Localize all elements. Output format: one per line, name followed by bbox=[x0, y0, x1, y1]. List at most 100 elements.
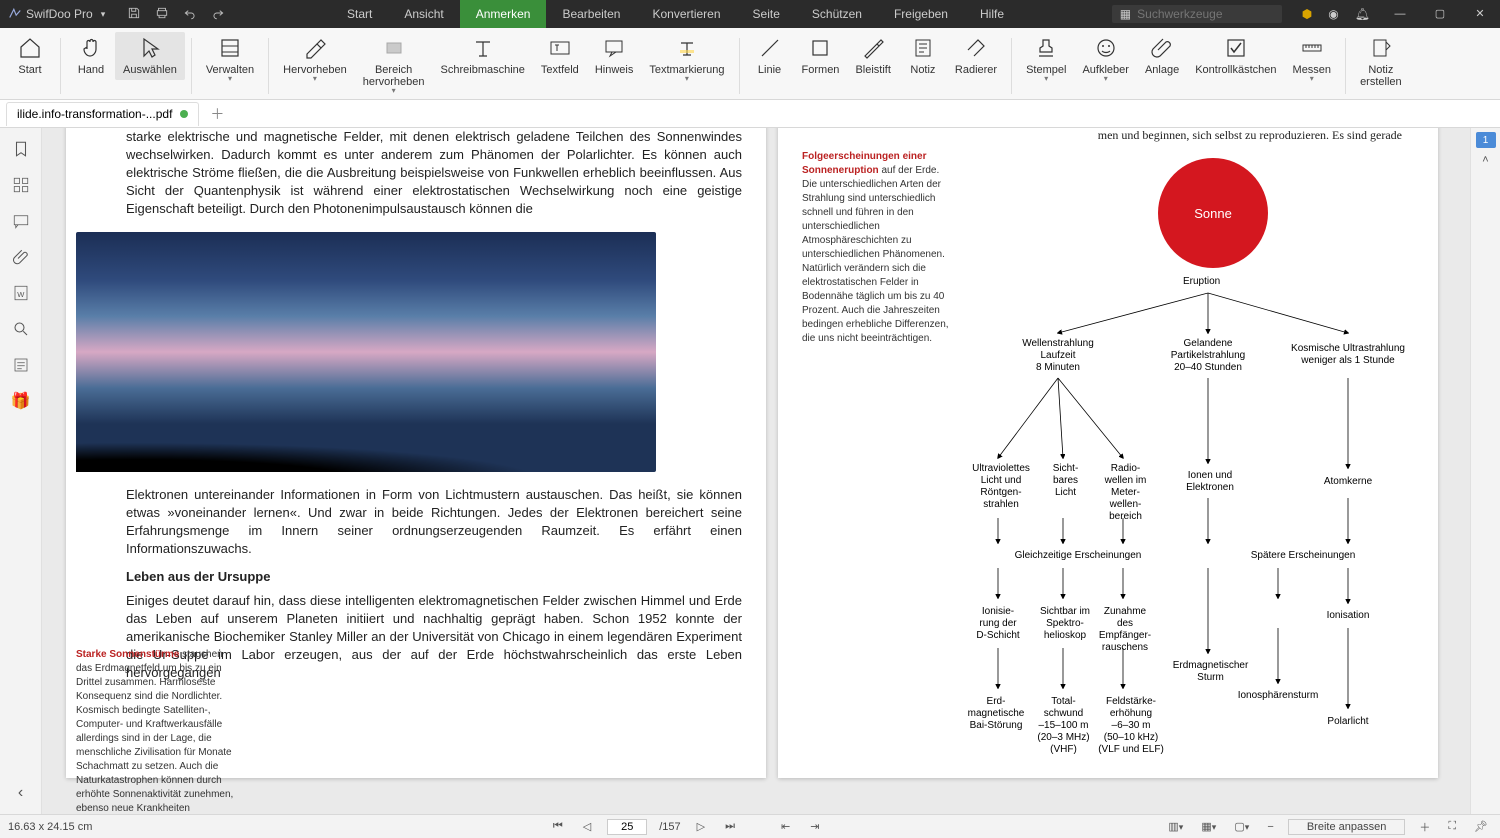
view-mode-1-icon[interactable]: ▥▾ bbox=[1164, 820, 1187, 833]
ribbon-hint[interactable]: Hinweis bbox=[587, 32, 642, 80]
ribbon-stamp[interactable]: Stempel▾ bbox=[1018, 32, 1074, 86]
bell-icon[interactable]: 🔔︎ bbox=[1355, 7, 1370, 21]
zoom-fit[interactable]: Breite anpassen bbox=[1288, 819, 1406, 835]
hand-icon bbox=[79, 36, 103, 60]
ribbon-createnote[interactable]: Notiz erstellen bbox=[1352, 32, 1410, 92]
ribbon-select[interactable]: Auswählen bbox=[115, 32, 185, 80]
thumbnails-icon[interactable] bbox=[10, 174, 32, 196]
lbl-mid2: Spätere Erscheinungen bbox=[1228, 550, 1378, 562]
menu-bearbeiten[interactable]: Bearbeiten bbox=[546, 0, 636, 28]
gift-icon[interactable]: 🎁 bbox=[10, 390, 32, 412]
ribbon-shapes[interactable]: Formen bbox=[794, 32, 848, 80]
home-icon bbox=[18, 36, 42, 60]
next-page-icon[interactable]: ▷ bbox=[693, 820, 709, 833]
app-logo: SwifDoo Pro ▾ bbox=[0, 7, 113, 21]
lbl-e1: Erd- magnetische Bai-Störung bbox=[961, 696, 1031, 732]
ribbon-hand[interactable]: Hand bbox=[67, 32, 115, 80]
lbl-e3: Feldstärke- erhöhung –6–30 m (50–10 kHz)… bbox=[1096, 696, 1166, 756]
ribbon-textbox[interactable]: Textfeld bbox=[533, 32, 587, 80]
new-tab-button[interactable]: ＋ bbox=[207, 104, 227, 124]
pin-icon[interactable]: 📌︎ bbox=[1470, 820, 1492, 833]
para-2: Elektronen untereinander Informationen i… bbox=[126, 486, 742, 558]
highlighter-icon bbox=[303, 36, 327, 60]
forward-view-icon[interactable]: ⇥ bbox=[806, 820, 823, 833]
sun-diagram: Sonne Eruption bbox=[958, 148, 1428, 768]
rail-up-icon[interactable]: ˄ bbox=[1482, 154, 1488, 166]
menu-anmerken[interactable]: Anmerken bbox=[460, 0, 547, 28]
redo-icon[interactable] bbox=[211, 6, 225, 23]
ribbon-measure[interactable]: Messen▾ bbox=[1285, 32, 1340, 86]
ribbon-line[interactable]: Linie bbox=[746, 32, 794, 80]
lbl-d4: Erdmagnetischer Sturm bbox=[1163, 660, 1258, 684]
thumb-page-badge[interactable]: 1 bbox=[1476, 132, 1496, 148]
view-mode-2-icon[interactable]: ▦▾ bbox=[1197, 820, 1220, 833]
user-icon[interactable]: ◉ bbox=[1328, 7, 1338, 21]
back-view-icon[interactable]: ⇤ bbox=[777, 820, 794, 833]
lbl-c5: Atomkerne bbox=[1318, 476, 1378, 488]
menu-konvertieren[interactable]: Konvertieren bbox=[636, 0, 736, 28]
pdf-viewer[interactable]: starke elektrische und magnetische Felde… bbox=[42, 128, 1470, 814]
hint-icon bbox=[602, 36, 626, 60]
lbl-b2: Gelandene Partikelstrahlung 20–40 Stunde… bbox=[1158, 338, 1258, 374]
ribbon-manage[interactable]: Verwalten▾ bbox=[198, 32, 262, 86]
zoom-in-icon[interactable]: ＋ bbox=[1415, 819, 1434, 835]
menu-start[interactable]: Start bbox=[331, 0, 388, 28]
page-input[interactable] bbox=[607, 819, 647, 835]
ribbon-checkbox[interactable]: Kontrollkästchen bbox=[1187, 32, 1284, 80]
eraser-icon bbox=[964, 36, 988, 60]
ribbon-typewriter[interactable]: Schreibmaschine bbox=[433, 32, 533, 80]
comments-icon[interactable] bbox=[10, 210, 32, 232]
sticker-icon bbox=[1094, 36, 1118, 60]
print-icon[interactable] bbox=[155, 6, 169, 23]
ribbon-eraser[interactable]: Radierer bbox=[947, 32, 1005, 80]
ribbon-sticker[interactable]: Aufkleber▾ bbox=[1074, 32, 1136, 86]
lbl-b1: Wellenstrahlung Laufzeit 8 Minuten bbox=[1013, 338, 1103, 374]
ribbon-pencil[interactable]: Bleistift bbox=[847, 32, 898, 80]
save-icon[interactable] bbox=[127, 6, 141, 23]
undo-icon[interactable] bbox=[183, 6, 197, 23]
minimize-icon[interactable]: — bbox=[1380, 0, 1420, 28]
collapse-sidebar-icon[interactable]: ‹ bbox=[10, 782, 32, 804]
view-mode-3-icon[interactable]: ▢▾ bbox=[1230, 820, 1253, 833]
page-right: men und beginnen, sich selbst zu reprodu… bbox=[778, 128, 1438, 778]
app-menu-dd[interactable]: ▾ bbox=[97, 9, 106, 20]
fullscreen-icon[interactable]: ⛶ bbox=[1444, 820, 1460, 833]
ribbon-textmark[interactable]: Textmarkierung▾ bbox=[641, 32, 732, 86]
attachments-icon[interactable] bbox=[10, 246, 32, 268]
tool-search[interactable]: ▦ bbox=[1112, 5, 1282, 23]
ribbon-area-highlight[interactable]: Bereich hervorheben▾ bbox=[355, 32, 433, 98]
prev-page-icon[interactable]: ◁ bbox=[579, 820, 595, 833]
last-page-icon[interactable]: ⏭ bbox=[721, 820, 739, 833]
caption-body: stauchen das Erdmagnetfeld um bis zu ein… bbox=[76, 649, 233, 814]
ribbon-start[interactable]: Start bbox=[6, 32, 54, 80]
rcaption-body: auf der Erde. Die unterschiedlichen Arte… bbox=[802, 165, 949, 344]
tabbar: ilide.info-transformation-...pdf ＋ bbox=[0, 100, 1500, 128]
para-1: starke elektrische und magnetische Felde… bbox=[126, 128, 742, 218]
menu-hilfe[interactable]: Hilfe bbox=[964, 0, 1020, 28]
ribbon-attach[interactable]: Anlage bbox=[1137, 32, 1187, 80]
close-icon[interactable]: ✕ bbox=[1460, 0, 1500, 28]
cursor-icon bbox=[138, 36, 162, 60]
manage-icon bbox=[218, 36, 242, 60]
menu-seite[interactable]: Seite bbox=[737, 0, 796, 28]
word-export-icon[interactable]: W bbox=[10, 282, 32, 304]
search-panel-icon[interactable] bbox=[10, 318, 32, 340]
document-tab[interactable]: ilide.info-transformation-...pdf bbox=[6, 102, 199, 126]
line-icon bbox=[758, 36, 782, 60]
zoom-out-icon[interactable]: − bbox=[1263, 821, 1277, 833]
bookmark-icon[interactable] bbox=[10, 138, 32, 160]
menu-ansicht[interactable]: Ansicht bbox=[388, 0, 459, 28]
lbl-c4: Ionen und Elektronen bbox=[1180, 470, 1240, 494]
first-page-icon[interactable]: ⏮ bbox=[549, 820, 567, 833]
maximize-icon[interactable]: ▢ bbox=[1420, 0, 1460, 28]
statusbar: 16.63 x 24.15 cm ⏮ ◁ /157 ▷ ⏭ ⇤ ⇥ ▥▾ ▦▾ … bbox=[0, 814, 1500, 838]
ribbon-highlight[interactable]: Hervorheben▾ bbox=[275, 32, 355, 86]
textmark-icon bbox=[675, 36, 699, 60]
ribbon-notiz[interactable]: Notiz bbox=[899, 32, 947, 80]
menu-freigeben[interactable]: Freigeben bbox=[878, 0, 964, 28]
search-input[interactable] bbox=[1137, 7, 1274, 21]
cart-icon[interactable]: ⬢ bbox=[1302, 7, 1312, 21]
menu-schuetzen[interactable]: Schützen bbox=[796, 0, 878, 28]
form-icon[interactable] bbox=[10, 354, 32, 376]
lbl-b3: Kosmische Ultrastrahlung weniger als 1 S… bbox=[1283, 343, 1413, 367]
